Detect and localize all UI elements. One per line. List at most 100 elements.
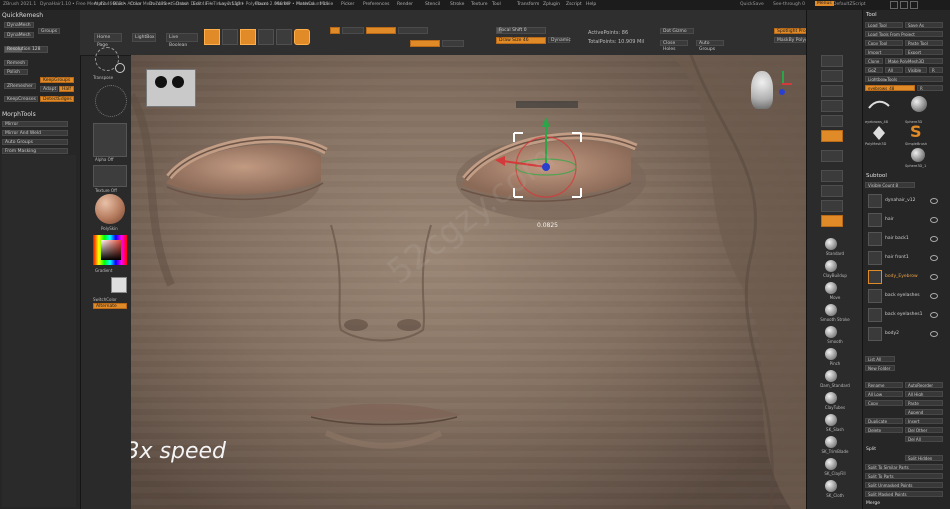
focal-shift-slider[interactable]: Focal Shift 0 — [496, 27, 546, 34]
from-masking-button[interactable]: From Masking — [2, 148, 68, 154]
quicksave-button[interactable]: QuickSave — [740, 2, 764, 7]
dynamesh-subheader[interactable]: DynaMesh — [4, 22, 34, 28]
maximize-icon[interactable] — [900, 1, 908, 9]
menu-edit[interactable]: Edit — [193, 2, 202, 7]
alternate-toggle[interactable]: Alternate — [93, 303, 127, 309]
rename-button[interactable]: Rename — [865, 382, 903, 388]
detectedges-toggle[interactable]: DetectEdges — [40, 96, 74, 102]
zoom-button[interactable] — [821, 85, 843, 97]
del-other-button[interactable]: Del Other — [905, 427, 943, 433]
brush-dam-standard-icon[interactable] — [825, 370, 837, 382]
make-polymesh-button[interactable]: Make PolyMesh3D — [885, 58, 943, 64]
brush-sk-slash-icon[interactable] — [825, 414, 837, 426]
groups-button[interactable]: Groups — [38, 28, 60, 34]
brush-sk-clayfill-icon[interactable] — [825, 458, 837, 470]
visibility-eye-icon[interactable] — [930, 217, 938, 223]
menu-stencil[interactable]: Stencil — [425, 2, 440, 7]
color-field[interactable] — [101, 240, 121, 260]
mrgb-toggle[interactable] — [330, 27, 340, 34]
adapt-toggle[interactable]: Adapt — [40, 86, 58, 92]
actual-button[interactable] — [821, 100, 843, 112]
close-icon[interactable] — [910, 1, 918, 9]
split-hidden-button[interactable]: Split Hidden — [905, 455, 943, 461]
tool-header[interactable]: Tool — [866, 12, 877, 18]
keepgroups-toggle[interactable]: KeepGroups — [40, 77, 74, 83]
navigation-head-icon[interactable] — [751, 71, 773, 109]
export-button[interactable]: Export — [905, 49, 943, 55]
brush-smooth-stroke-icon[interactable] — [825, 304, 837, 316]
paste-button[interactable]: Paste — [905, 400, 943, 406]
menu-zplugin[interactable]: Zplugin — [543, 2, 560, 7]
stroke-dots-icon[interactable] — [95, 85, 127, 117]
zadd-toggle[interactable] — [410, 40, 440, 47]
visibility-eye-icon[interactable] — [930, 198, 938, 204]
merge-header[interactable]: Merge — [866, 501, 880, 506]
menu-alpha[interactable]: Alpha — [94, 2, 107, 7]
subtool-item[interactable]: dynahair_v12 — [868, 193, 943, 209]
dynamic-toggle[interactable]: Dynamic — [548, 37, 571, 43]
brush-sk-cloth-icon[interactable] — [825, 480, 837, 492]
menu-color[interactable]: Color — [130, 2, 142, 7]
import-button[interactable]: Import — [865, 49, 903, 55]
draw-size-slider[interactable]: Draw Size 46 — [496, 37, 546, 44]
visibility-eye-icon[interactable] — [930, 274, 938, 280]
rgb-toggle[interactable] — [342, 27, 364, 34]
list-all-button[interactable]: List All — [865, 356, 895, 362]
subtool-header[interactable]: Subtool — [866, 173, 887, 179]
polish-button[interactable]: Polish — [4, 69, 28, 75]
bpr-button[interactable] — [821, 55, 843, 67]
canvas-viewport[interactable]: 0.0825 3x speed 52cgzy.com — [131, 55, 806, 509]
menu-file[interactable]: File — [206, 2, 214, 7]
brush-move-icon[interactable] — [825, 282, 837, 294]
split-to-parts-button[interactable]: Split To Parts — [865, 473, 943, 479]
visibility-eye-icon[interactable] — [930, 236, 938, 242]
menu-preferences[interactable]: Preferences — [363, 2, 389, 7]
subtool-item[interactable]: hair front1 — [868, 250, 943, 266]
default-zscript-button[interactable]: DefaultZScript — [833, 2, 866, 7]
quickremesh-header[interactable]: QuickRemesh — [2, 12, 43, 19]
menu-light[interactable]: Light — [232, 2, 243, 7]
resolution-slider[interactable]: Resolution 128 — [4, 46, 48, 53]
menu-movie[interactable]: Movie — [320, 2, 333, 7]
material-sphere[interactable] — [95, 194, 125, 224]
subtool-item[interactable]: body_Eyebrow — [868, 269, 943, 285]
lightbox-tools-button[interactable]: Lightbox▸Tools — [865, 76, 943, 82]
tool-thumb-star[interactable] — [873, 126, 885, 140]
move-view-button[interactable] — [821, 200, 843, 212]
new-folder-button[interactable]: New Folder — [865, 365, 895, 371]
append-button[interactable]: Append — [905, 409, 943, 415]
autoreorder-button[interactable]: AutoReorder — [905, 382, 943, 388]
simplebrush-s-icon[interactable]: S — [910, 122, 922, 141]
edit-button[interactable] — [204, 29, 220, 45]
goz-button[interactable]: GoZ — [865, 67, 883, 73]
menu-zscript[interactable]: Zscript — [566, 2, 582, 7]
keepcreases-toggle[interactable]: KeepCreases — [4, 96, 38, 102]
split-unmasked-button[interactable]: Split Unmasked Points — [865, 482, 943, 488]
load-tool-button[interactable]: Load Tool — [865, 22, 903, 28]
tool-r-button[interactable]: R — [917, 85, 943, 91]
brush-sk-trimblade-icon[interactable] — [825, 436, 837, 448]
load-tools-from-project-button[interactable]: Load Tools From Project — [865, 31, 943, 37]
dot-gizmo-button[interactable]: Dot Gizmo — [660, 28, 694, 34]
menu-marker[interactable]: Marker — [275, 2, 291, 7]
menu-draw[interactable]: Draw — [176, 2, 188, 7]
zremesher-button[interactable]: ZRemesher — [4, 83, 36, 89]
zsub-toggle[interactable] — [442, 40, 464, 47]
duplicate-button[interactable]: Duplicate — [865, 418, 903, 424]
insert-button[interactable]: Insert — [905, 418, 943, 424]
split-header[interactable]: Split — [866, 447, 876, 452]
local-button[interactable] — [821, 150, 843, 162]
texture-swatch[interactable] — [93, 165, 127, 187]
gizmo-button[interactable] — [294, 29, 310, 45]
menu-brush[interactable]: Brush — [113, 2, 126, 7]
goz-all-button[interactable]: All — [885, 67, 903, 73]
menu-texture[interactable]: Texture — [471, 2, 487, 7]
see-through-slider[interactable]: See-through 0 — [773, 2, 805, 7]
clone-button[interactable]: Clone — [865, 58, 883, 64]
home-page-button[interactable]: Home Page — [94, 33, 122, 48]
rotate-button[interactable] — [276, 29, 292, 45]
menu-material[interactable]: Material — [296, 2, 314, 7]
tool-thumb-sphere[interactable] — [911, 96, 927, 112]
split-masked-button[interactable]: Split Masked Points — [865, 491, 943, 497]
alpha-swatch[interactable] — [93, 123, 127, 157]
